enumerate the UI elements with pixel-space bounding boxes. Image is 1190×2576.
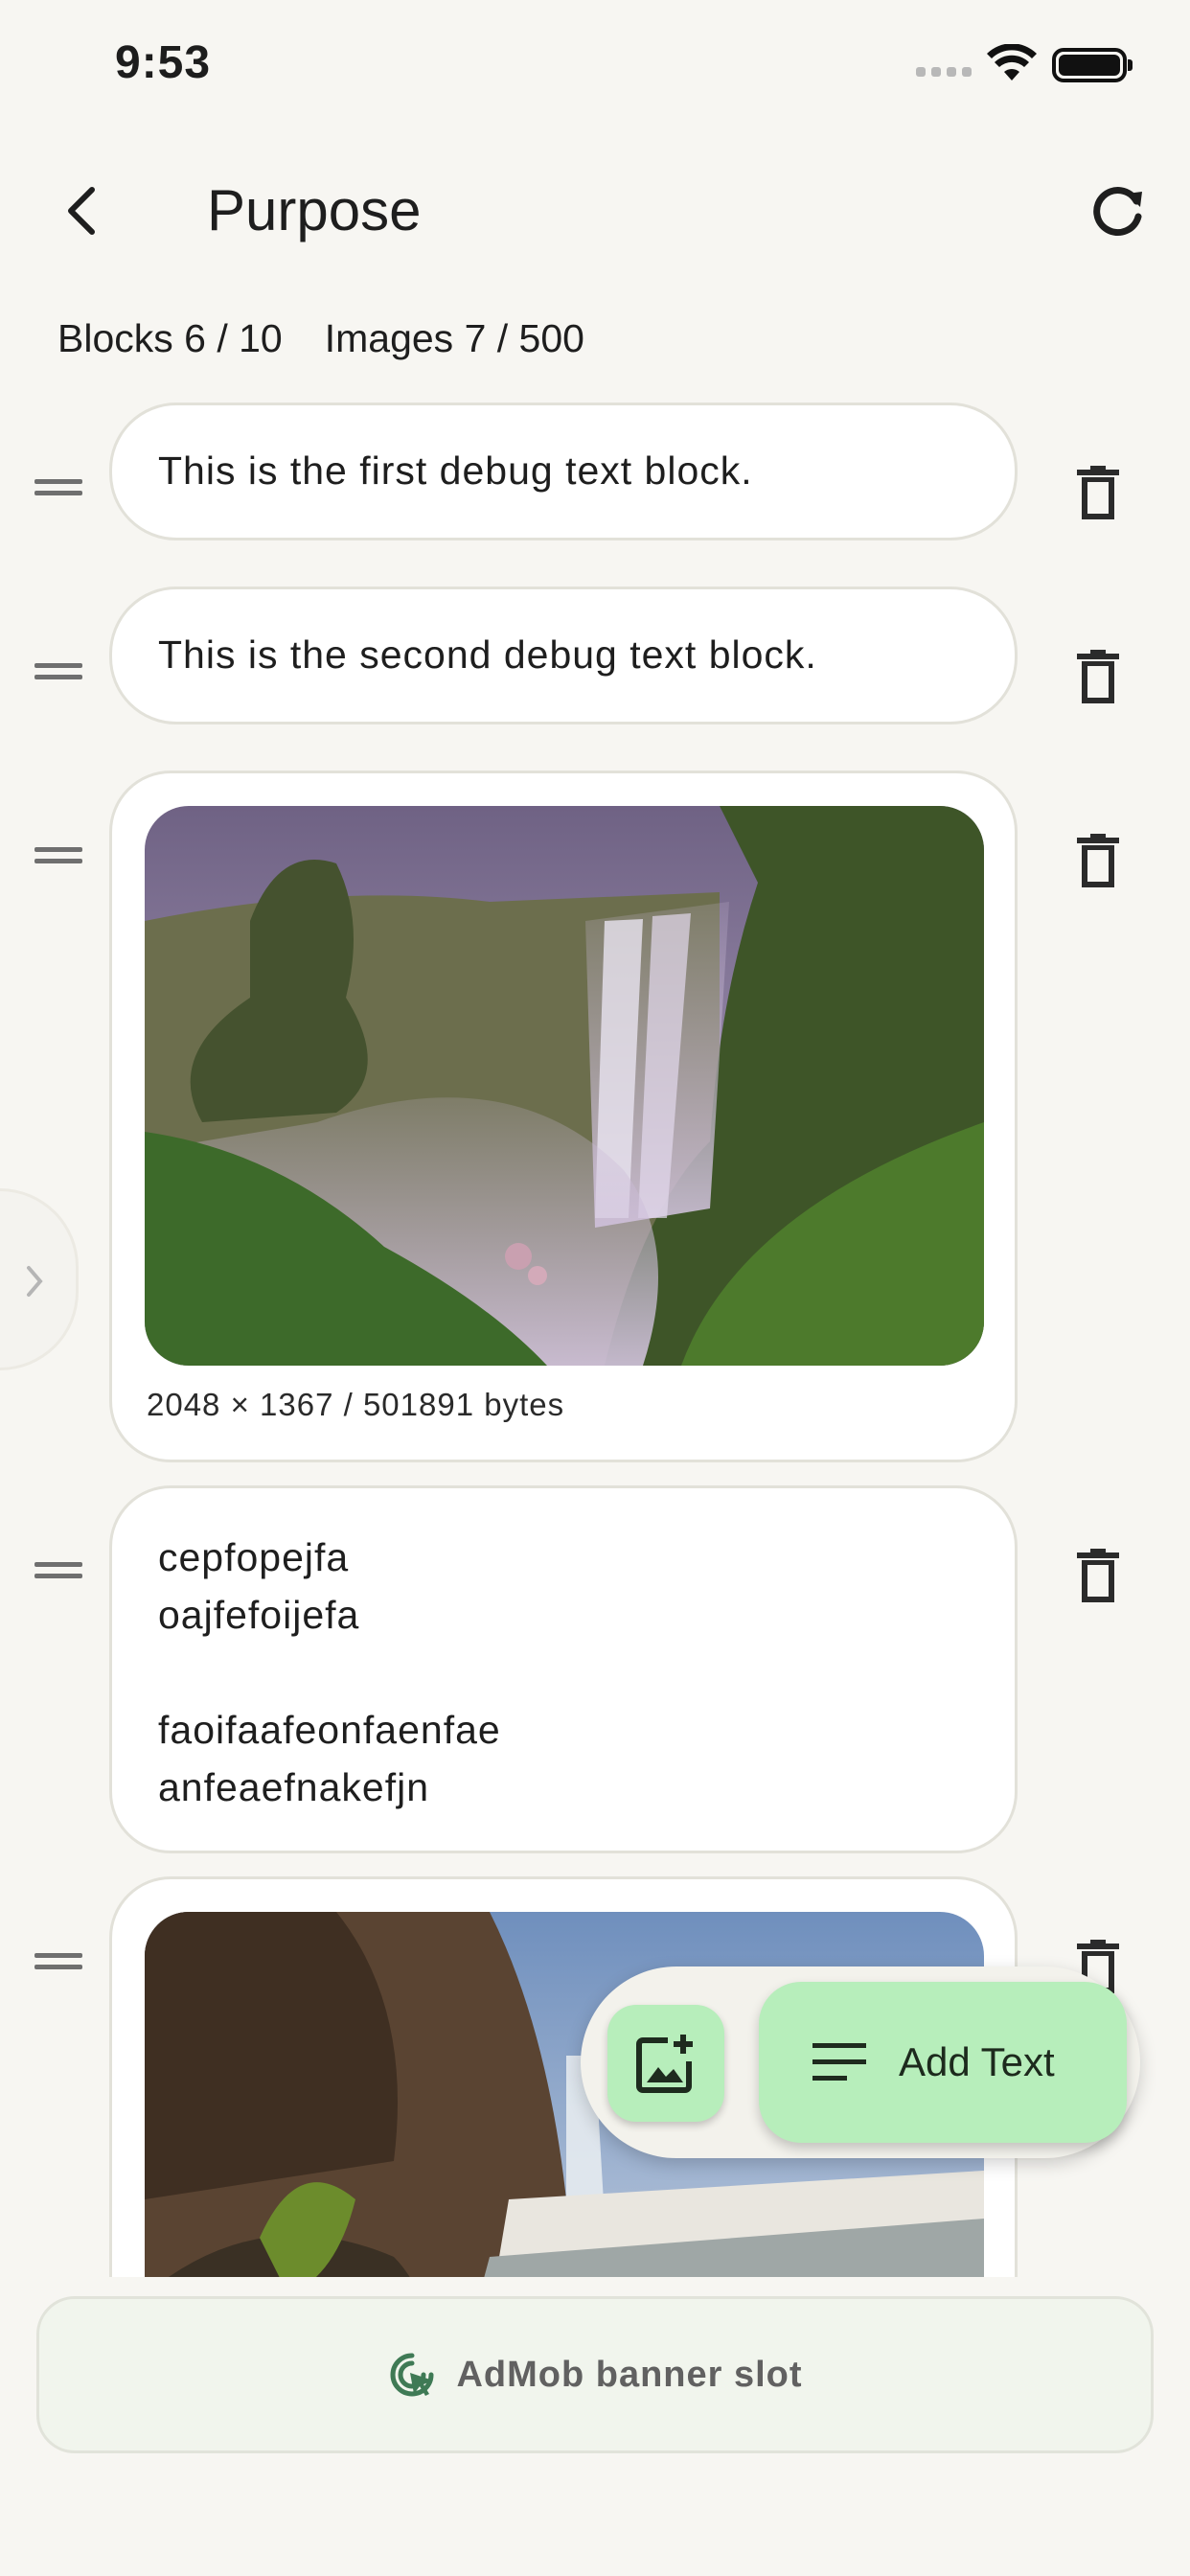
battery-icon bbox=[1052, 48, 1133, 82]
drag-handle-icon[interactable] bbox=[34, 475, 82, 498]
refresh-icon[interactable] bbox=[1081, 172, 1157, 249]
block-row: 2048 × 1367 / 501891 bytes bbox=[0, 770, 1190, 1462]
trash-icon[interactable] bbox=[1077, 1549, 1119, 1602]
block-row: cepfopejfa oajfefoijefa faoifaafeonfaenf… bbox=[0, 1485, 1190, 1853]
drag-handle-icon[interactable] bbox=[34, 843, 82, 866]
trash-icon[interactable] bbox=[1077, 834, 1119, 887]
fab-group: Add Text bbox=[581, 1966, 1140, 2158]
trash-icon[interactable] bbox=[1077, 650, 1119, 703]
block-row: This is the second debug text block. bbox=[0, 586, 1190, 724]
ad-banner[interactable]: AdMob banner slot bbox=[36, 2296, 1154, 2453]
chevron-right-icon bbox=[27, 1266, 43, 1297]
add-text-button[interactable]: Add Text bbox=[759, 1982, 1127, 2143]
status-bar: 9:53 bbox=[0, 0, 1190, 134]
trash-icon[interactable] bbox=[1077, 466, 1119, 519]
chevron-left-icon[interactable] bbox=[48, 172, 125, 249]
text-block-card[interactable]: cepfopejfa oajfefoijefa faoifaafeonfaenf… bbox=[109, 1485, 1018, 1853]
image-caption: 2048 × 1367 / 501891 bytes bbox=[147, 1387, 565, 1422]
text-block-card[interactable]: This is the first debug text block. bbox=[109, 402, 1018, 540]
block-row: This is the first debug text block. bbox=[0, 402, 1190, 540]
add-image-button[interactable] bbox=[607, 2005, 724, 2122]
add-image-icon bbox=[636, 2035, 693, 2093]
images-count: Images 7 / 500 bbox=[324, 316, 584, 360]
text-block-content[interactable]: This is the second debug text block. bbox=[112, 589, 1015, 724]
page-title: Purpose bbox=[207, 178, 422, 242]
drag-handle-icon[interactable] bbox=[34, 1949, 82, 1972]
image-block-card[interactable]: 2048 × 1367 / 501891 bytes bbox=[109, 770, 1018, 1462]
text-lines-icon bbox=[812, 2043, 866, 2081]
wifi-icon bbox=[987, 44, 1037, 80]
ad-label: AdMob banner slot bbox=[456, 2354, 803, 2395]
ad-cursor-icon bbox=[390, 2353, 434, 2397]
text-block-content[interactable]: cepfopejfa oajfefoijefa faoifaafeonfaenf… bbox=[112, 1488, 1015, 1856]
drag-handle-icon[interactable] bbox=[34, 659, 82, 682]
blocks-count: Blocks 6 / 10 bbox=[57, 316, 283, 360]
text-block-content[interactable]: This is the first debug text block. bbox=[112, 405, 1015, 540]
usage-counts: Blocks 6 / 10 Images 7 / 500 bbox=[57, 316, 627, 361]
cellular-signal-icon bbox=[916, 67, 973, 80]
waterfall-photo bbox=[145, 806, 984, 1366]
top-app-bar: Purpose bbox=[0, 153, 1190, 268]
add-text-label: Add Text bbox=[899, 2039, 1055, 2084]
text-block-card[interactable]: This is the second debug text block. bbox=[109, 586, 1018, 724]
status-time: 9:53 bbox=[115, 37, 212, 88]
drag-handle-icon[interactable] bbox=[34, 1558, 82, 1581]
